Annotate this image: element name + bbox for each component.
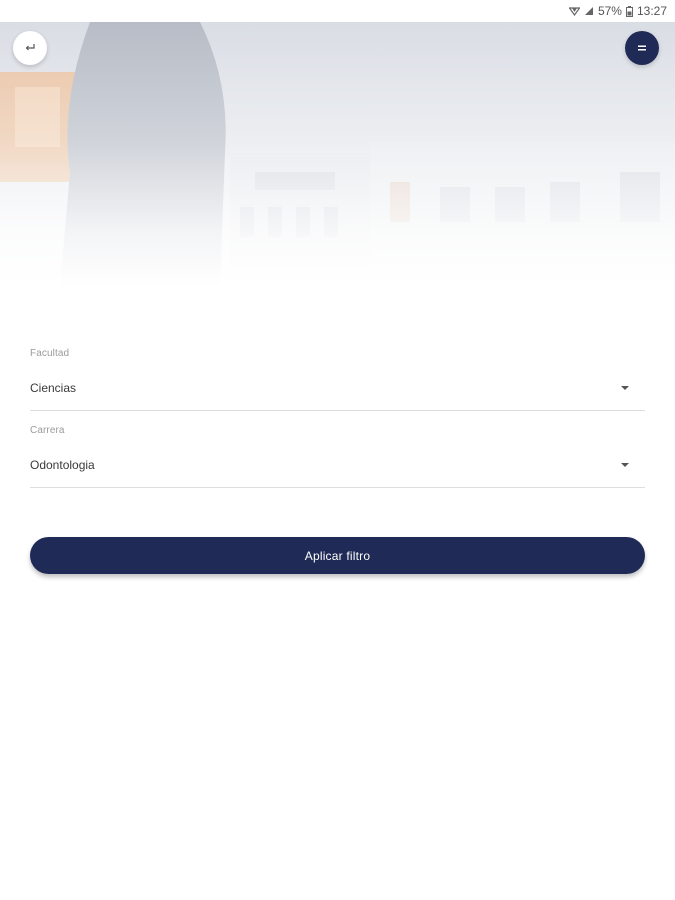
faculty-label: Facultad bbox=[30, 348, 70, 359]
chevron-down-icon bbox=[621, 463, 629, 467]
career-label: Carrera bbox=[30, 425, 65, 436]
faculty-underline bbox=[30, 410, 645, 411]
signal-icon bbox=[584, 7, 593, 15]
career-field[interactable]: Carrera Odontologia bbox=[30, 425, 645, 488]
clock: 13:27 bbox=[636, 4, 667, 18]
battery-level: 57% bbox=[597, 4, 622, 18]
status-bar: 57% 13:27 bbox=[0, 0, 675, 22]
menu-icon bbox=[638, 45, 646, 51]
hero-fade-overlay bbox=[0, 22, 675, 287]
wifi-icon bbox=[568, 7, 580, 16]
chevron-down-icon bbox=[621, 386, 629, 390]
hero-image bbox=[0, 22, 675, 287]
back-arrow-icon bbox=[25, 44, 35, 51]
career-underline bbox=[30, 487, 645, 488]
back-button[interactable] bbox=[13, 31, 47, 65]
faculty-value: Ciencias bbox=[30, 381, 77, 395]
battery-icon bbox=[625, 5, 633, 17]
career-select[interactable]: Odontologia bbox=[30, 452, 645, 478]
filter-screen: 57% 13:27 Facultad Ciencias Carrera Odon… bbox=[0, 0, 675, 900]
career-value: Odontologia bbox=[30, 458, 95, 472]
apply-filter-button[interactable]: Aplicar filtro bbox=[30, 537, 645, 574]
faculty-field[interactable]: Facultad Ciencias bbox=[30, 348, 645, 411]
menu-button[interactable] bbox=[625, 31, 659, 65]
faculty-select[interactable]: Ciencias bbox=[30, 375, 645, 401]
